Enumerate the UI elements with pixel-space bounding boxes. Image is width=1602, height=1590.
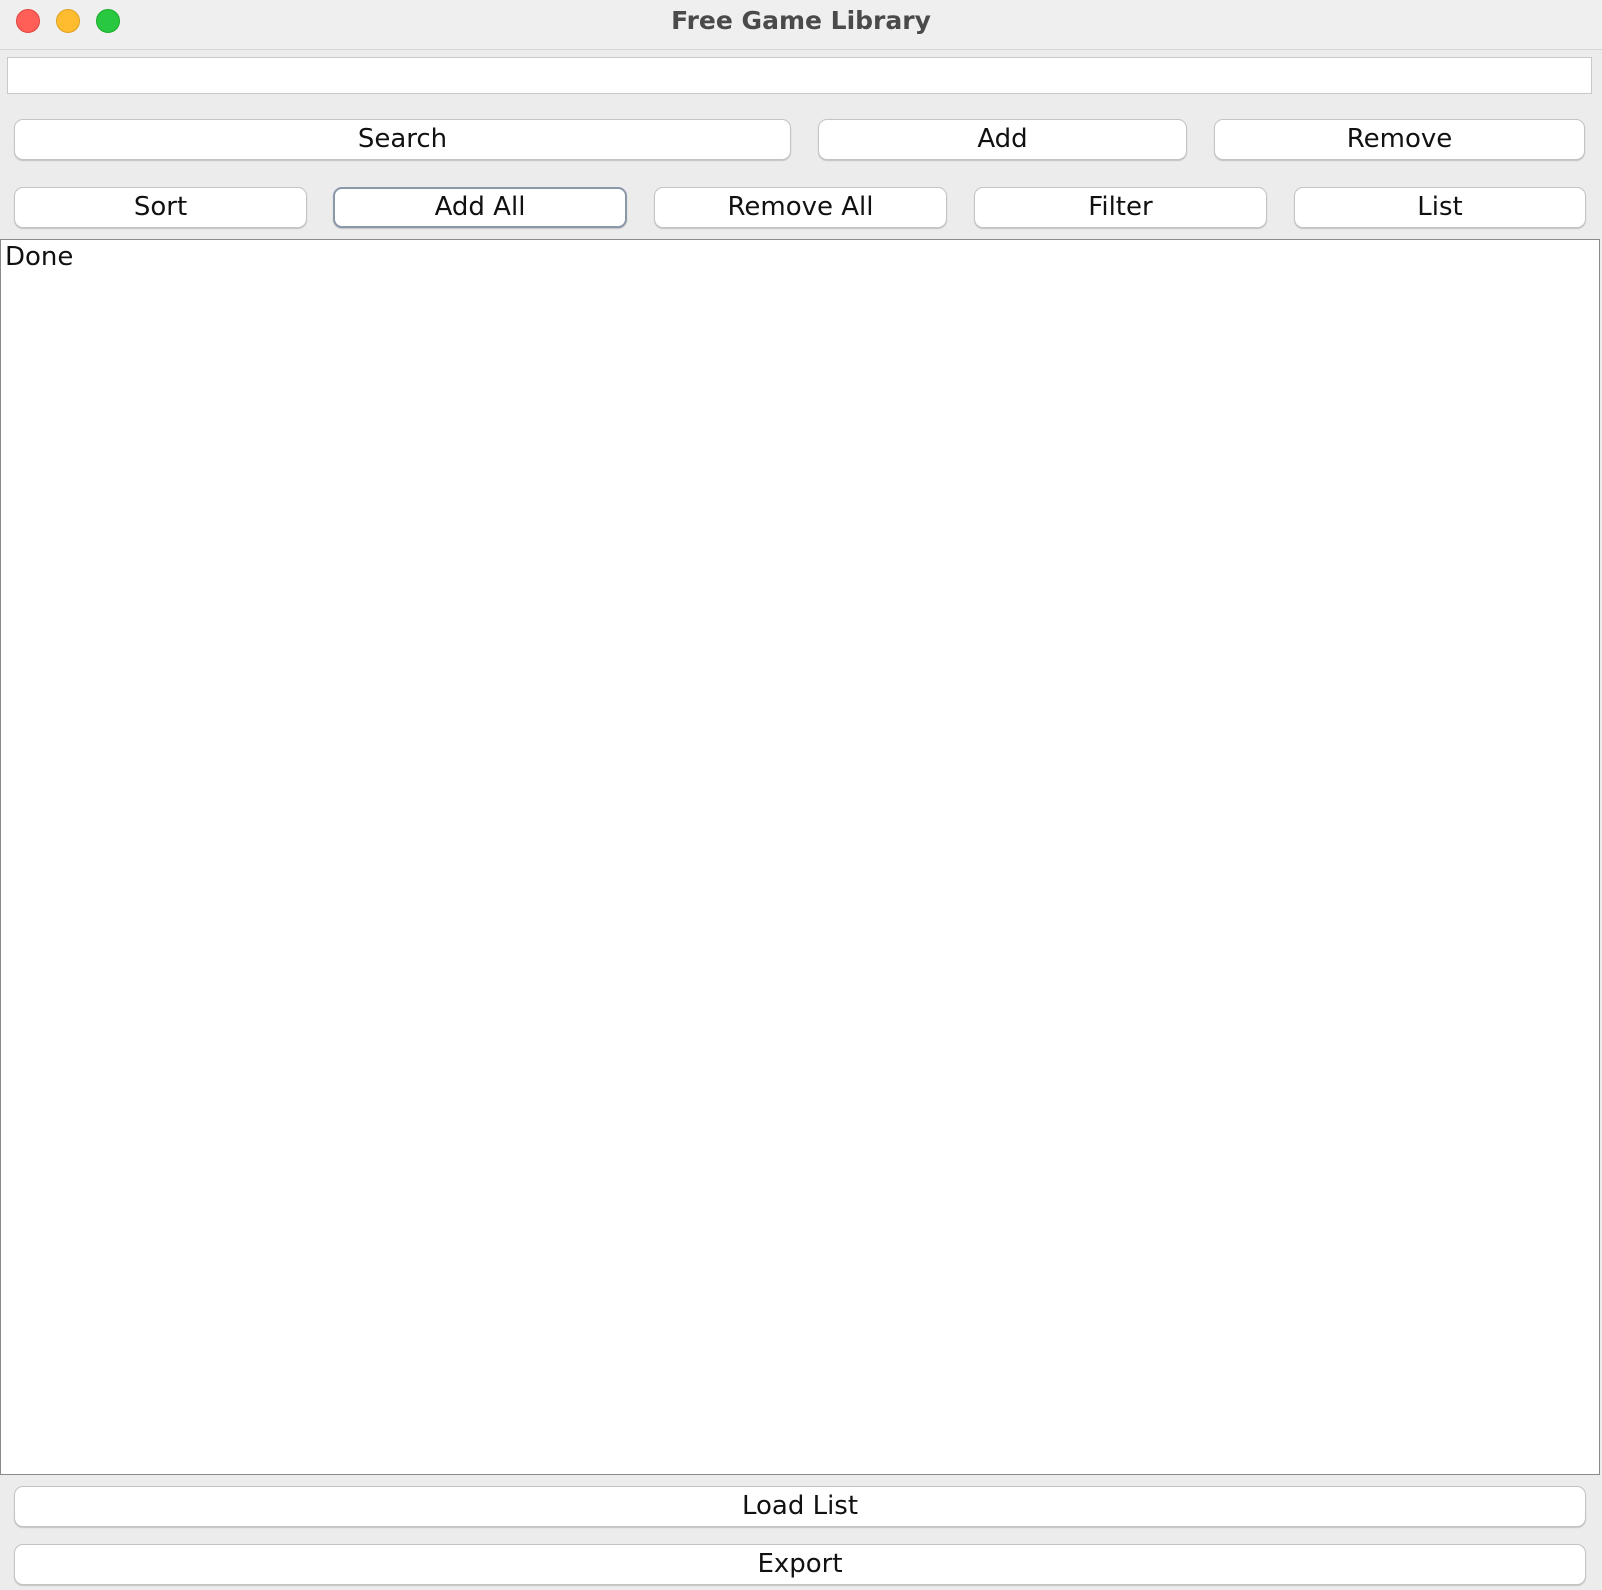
add-all-button[interactable]: Add All xyxy=(333,187,627,228)
title-bar: Free Game Library xyxy=(0,0,1602,50)
search-button[interactable]: Search xyxy=(14,119,791,160)
window-title: Free Game Library xyxy=(671,6,931,35)
list-button[interactable]: List xyxy=(1294,187,1586,228)
remove-all-button[interactable]: Remove All xyxy=(654,187,947,228)
load-list-button[interactable]: Load List xyxy=(14,1486,1586,1527)
remove-button[interactable]: Remove xyxy=(1214,119,1585,160)
search-input[interactable] xyxy=(7,57,1592,94)
filter-button[interactable]: Filter xyxy=(974,187,1267,228)
add-button[interactable]: Add xyxy=(818,119,1187,160)
output-text-area[interactable]: Done xyxy=(0,239,1600,1475)
export-button[interactable]: Export xyxy=(14,1544,1586,1585)
sort-button[interactable]: Sort xyxy=(14,187,307,228)
app-window: Free Game Library Search Add Remove Sort… xyxy=(0,0,1602,1590)
